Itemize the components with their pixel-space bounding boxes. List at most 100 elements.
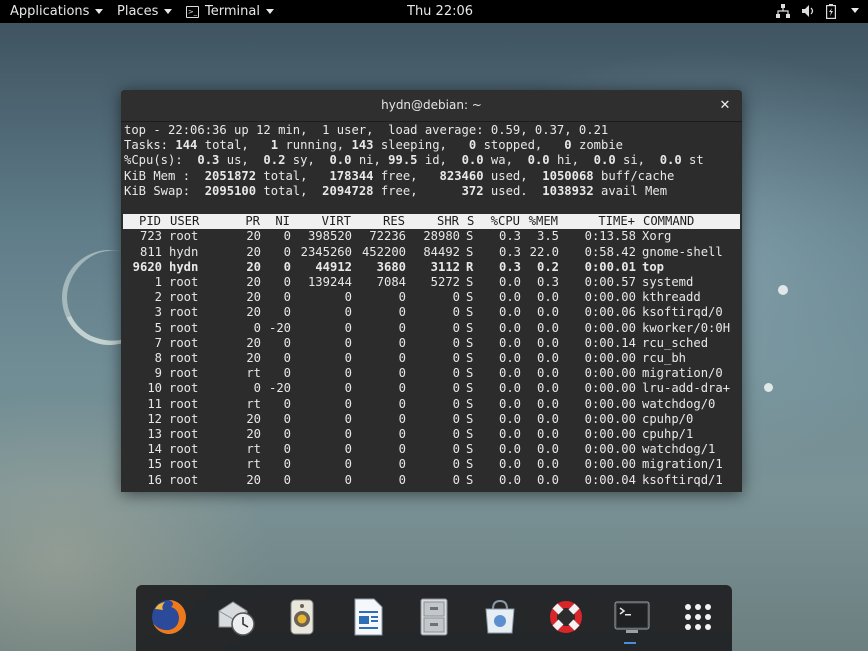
process-s: S (466, 472, 474, 487)
running-indicator (624, 642, 636, 644)
process-mem: 3.5 (536, 229, 559, 244)
cpu-header: %CPU (490, 214, 520, 229)
summary-line: KiB Swap: 2095100 total, 2094728 free, 3… (124, 184, 667, 199)
process-mem: 0.0 (536, 351, 559, 365)
process-cpu: 0.0 (498, 305, 521, 320)
process-row: 723 root 20 0 398520 72236 28980 S 0.3 3.5 0:13.58… (122, 229, 741, 244)
process-pid: 9620 (132, 259, 162, 274)
summary-segment: si, (615, 153, 660, 168)
process-row: 8 root 20 0 0 0 0 S 0.0 0.0 0:00.00 rcu_bh (122, 351, 741, 366)
summary-segment: zombie (571, 138, 624, 153)
process-row: 1 root 20 0 139244 7084 5272 S 0.0 0.3 0:00.57 syst… (122, 275, 741, 290)
s-header: S (467, 214, 475, 229)
process-user: root (169, 275, 199, 289)
process-user: root (169, 320, 199, 335)
pid-header: PID (138, 214, 161, 229)
process-time: 0:00.00 (584, 290, 636, 305)
process-mem: 0.0 (536, 457, 559, 472)
command-header: COMMAND (643, 214, 695, 229)
help-icon[interactable] (546, 597, 586, 637)
process-time: 0:00.00 (584, 320, 636, 335)
process-cpu: 0.0 (498, 290, 521, 305)
process-cpu: 0.0 (498, 381, 521, 396)
places-menu[interactable]: Places (117, 3, 173, 20)
software-icon[interactable] (480, 597, 520, 637)
process-res: 72236 (369, 229, 406, 244)
summary-segment: 143 (351, 138, 374, 153)
summary-segment: 372 (461, 183, 484, 198)
terminal-window[interactable]: hydn@debian: ~ ✕ top - 22:06:36 up 12 mi… (121, 90, 742, 492)
summary-segment: free, (373, 168, 440, 183)
process-cpu: 0.0 (498, 396, 521, 411)
close-icon[interactable]: ✕ (718, 90, 732, 121)
terminal-icon[interactable] (612, 597, 652, 637)
summary-segment: ni, (351, 153, 389, 168)
terminal-output[interactable]: top - 22:06:36 up 12 min, 1 user, load a… (122, 122, 741, 492)
process-shr: 0 (452, 305, 460, 320)
process-mem: 0.0 (536, 427, 559, 441)
process-cmd: migration/1 (642, 457, 723, 472)
process-virt: 0 (344, 472, 352, 487)
network-icon[interactable] (776, 4, 790, 22)
summary-segment: %Cpu(s): (124, 153, 198, 168)
volume-icon[interactable] (801, 4, 815, 22)
summary-segment: 1038932 (542, 183, 594, 198)
terminal-app-menu[interactable]: >_ Terminal (186, 3, 274, 20)
summary-segment: 1 (270, 138, 279, 153)
files-icon[interactable] (414, 597, 454, 637)
system-menu[interactable] (845, 3, 859, 18)
summary-segment: KiB Swap: (124, 183, 205, 198)
process-res: 0 (398, 472, 406, 487)
process-mem: 0.0 (536, 290, 559, 305)
battery-icon[interactable] (826, 4, 837, 23)
process-s: S (466, 396, 474, 411)
summary-segment: 178344 (329, 168, 374, 183)
chevron-down-icon (95, 9, 104, 14)
show-applications-icon[interactable] (678, 597, 718, 637)
process-virt: 0 (344, 396, 352, 411)
chevron-down-icon (265, 9, 274, 14)
process-shr: 0 (452, 457, 460, 472)
process-pid: 3 (154, 305, 162, 320)
evolution-icon[interactable] (216, 597, 256, 637)
process-shr: 0 (452, 366, 460, 381)
process-pid: 13 (147, 427, 162, 441)
process-cmd: watchdog/0 (642, 396, 716, 411)
firefox-icon[interactable] (149, 597, 189, 637)
process-cmd: top (642, 259, 665, 274)
ni-header: NI (275, 214, 290, 229)
summary-segment: sy, (285, 153, 330, 168)
process-virt: 0 (344, 366, 352, 381)
process-cmd: kworker/0:0H (642, 320, 731, 335)
process-user: root (169, 305, 199, 320)
applications-menu[interactable]: Applications (10, 3, 104, 20)
process-cpu: 0.0 (498, 442, 521, 457)
process-pid: 5 (154, 320, 162, 335)
summary-segment: KiB Mem : (124, 168, 205, 183)
summary-segment: total, (197, 138, 271, 153)
terminal-app-label: Terminal (205, 4, 260, 19)
rhythmbox-icon[interactable] (282, 597, 322, 637)
process-pr: 20 (246, 259, 261, 274)
process-s: S (466, 320, 474, 335)
process-mem: 0.0 (536, 472, 559, 487)
libreoffice-writer-icon[interactable] (348, 597, 388, 637)
process-time: 0:00.00 (584, 442, 636, 457)
process-pr: rt (246, 442, 261, 457)
process-cpu: 0.0 (498, 335, 521, 350)
process-virt: 139244 (307, 275, 352, 289)
process-res: 0 (398, 396, 406, 411)
places-label: Places (117, 4, 159, 19)
process-cmd: gnome-shell (642, 244, 723, 259)
window-titlebar[interactable]: hydn@debian: ~ ✕ (121, 90, 742, 122)
process-row: 9620 hydn 20 0 44912 3680 3112 R 0.3 0.2 0:00.01 to… (122, 260, 741, 275)
clock[interactable]: Thu 22:06 (407, 3, 473, 20)
summary-segment: hi, (549, 153, 594, 168)
process-mem: 22.0 (529, 244, 559, 259)
chevron-down-icon (164, 9, 173, 14)
summary-segment: 2095100 (204, 183, 257, 198)
process-virt: 0 (344, 457, 352, 472)
process-res: 452200 (361, 244, 406, 259)
process-pr: 20 (246, 351, 261, 365)
process-ni: 0 (283, 472, 291, 487)
